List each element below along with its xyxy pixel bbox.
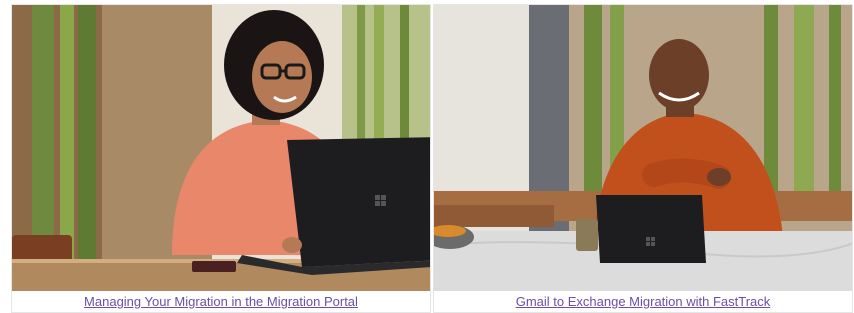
video-card[interactable]: Managing Your Migration in the Migration… (11, 4, 431, 313)
video-card-grid: Managing Your Migration in the Migration… (11, 4, 854, 313)
video-link-managing-migration[interactable]: Managing Your Migration in the Migration… (12, 294, 430, 310)
man-with-tablet-photo[interactable] (434, 5, 852, 291)
woman-with-laptop-photo[interactable] (12, 5, 430, 291)
video-link-gmail-exchange[interactable]: Gmail to Exchange Migration with FastTra… (434, 294, 852, 310)
video-card[interactable]: Gmail to Exchange Migration with FastTra… (433, 4, 853, 313)
